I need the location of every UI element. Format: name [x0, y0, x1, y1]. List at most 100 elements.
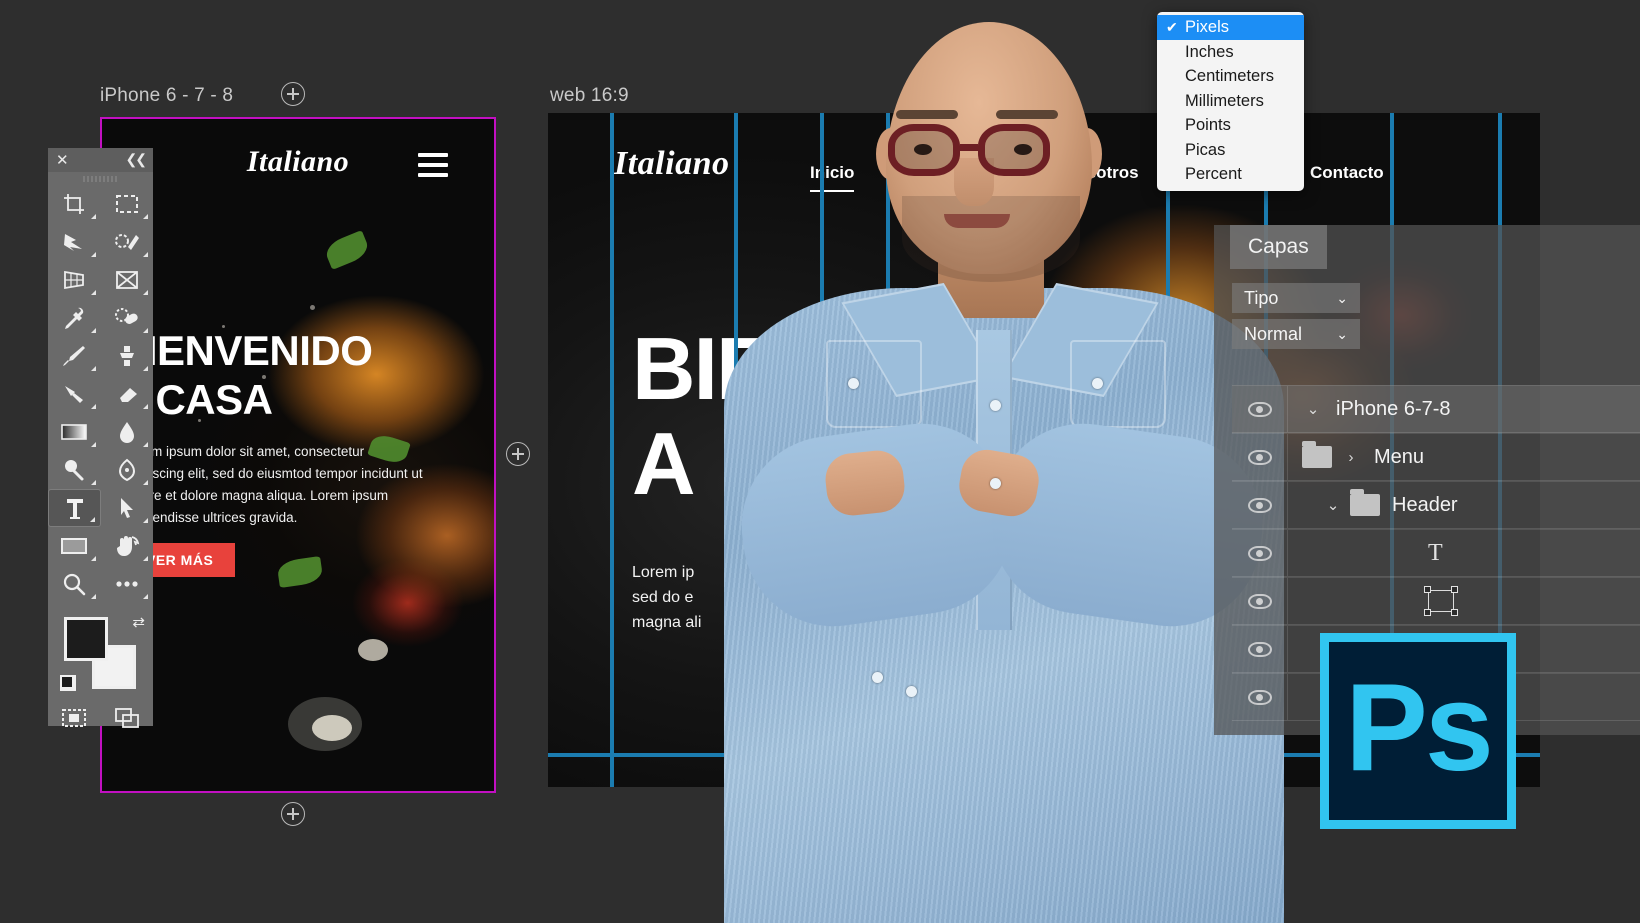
layer-row-menu-folder[interactable]: › Menu — [1232, 433, 1640, 481]
guide-vertical[interactable] — [610, 113, 614, 787]
foreground-color-swatch[interactable] — [64, 617, 108, 661]
tool-blur[interactable] — [101, 413, 154, 451]
layer-visibility-toggle[interactable] — [1232, 530, 1288, 576]
tool-quick-selection[interactable] — [101, 223, 154, 261]
menu-item-millimeters[interactable]: Millimeters — [1157, 89, 1304, 114]
beard-shadow — [902, 196, 1080, 282]
close-icon[interactable]: ✕ — [56, 151, 69, 169]
tool-zoom[interactable] — [48, 565, 101, 603]
menu-item-picas[interactable]: Picas — [1157, 138, 1304, 163]
layer-visibility-toggle[interactable] — [1232, 674, 1288, 720]
nav-item-contacto[interactable]: Contacto — [1310, 163, 1384, 183]
rectangle-icon — [61, 538, 88, 554]
photoshop-workspace: iPhone 6 - 7 - 8 Italiano BIENVENIDO A C… — [0, 0, 1640, 923]
eye-icon — [1247, 641, 1272, 657]
photoshop-logo-text: Ps — [1345, 659, 1494, 797]
marquee-icon — [115, 195, 138, 213]
swap-colors-icon[interactable]: ⇄ — [132, 613, 145, 631]
layer-visibility-toggle[interactable] — [1232, 482, 1288, 528]
disclosure-chevron-icon[interactable]: ⌄ — [1302, 400, 1324, 418]
menu-item-label: Inches — [1185, 42, 1234, 61]
blend-mode-select[interactable]: Normal ⌄ — [1232, 319, 1360, 349]
gradient-icon — [61, 424, 88, 440]
tool-slice[interactable] — [101, 261, 154, 299]
mobile-body-text: Lorem ipsum dolor sit amet, consectetur … — [124, 444, 423, 525]
tab-capas[interactable]: Capas — [1230, 225, 1327, 269]
tool-type[interactable] — [48, 489, 101, 527]
pen-icon — [118, 458, 135, 482]
screen-mode-toggle[interactable] — [101, 699, 154, 737]
layer-filter-type-select[interactable]: Tipo ⌄ — [1232, 283, 1360, 313]
quick-mask-toggle[interactable] — [48, 699, 101, 737]
tools-panel-header: ✕ ❮❮ — [48, 148, 153, 172]
mobile-heading-line1: BIENVENIDO — [116, 327, 373, 374]
layer-name: Menu — [1374, 445, 1425, 468]
menu-item-label: Pixels — [1185, 18, 1230, 36]
add-artboard-bottom-icon[interactable] — [281, 802, 305, 826]
layer-row-shape[interactable] — [1232, 577, 1640, 625]
layer-visibility-toggle[interactable] — [1232, 386, 1288, 432]
hamburger-icon[interactable] — [418, 153, 448, 183]
tool-eyedropper[interactable] — [48, 299, 101, 337]
layer-visibility-toggle[interactable] — [1232, 434, 1288, 480]
artboard-iphone-6-7-8[interactable]: Italiano BIENVENIDO A CASA Lorem ipsum d… — [100, 117, 496, 793]
pocket-button — [1092, 378, 1103, 389]
more-dots-icon — [116, 581, 138, 587]
tool-dodge[interactable] — [48, 451, 101, 489]
tool-crop[interactable] — [48, 185, 101, 223]
artboard-label-iphone[interactable]: iPhone 6 - 7 - 8 — [100, 85, 233, 107]
units-dropdown-menu[interactable]: ✔ Pixels Inches Centimeters Millimeters … — [1157, 12, 1304, 191]
add-artboard-top-icon[interactable] — [281, 82, 305, 106]
disclosure-chevron-icon[interactable]: › — [1340, 449, 1362, 466]
tool-healing-brush[interactable] — [101, 299, 154, 337]
tool-rectangle[interactable] — [48, 527, 101, 565]
tool-edit-toolbar[interactable] — [101, 565, 154, 603]
menu-item-percent[interactable]: Percent — [1157, 162, 1304, 187]
menu-item-label: Millimeters — [1185, 91, 1264, 110]
tool-eraser[interactable] — [101, 375, 154, 413]
layer-row-iphone-group[interactable]: ⌄ iPhone 6-7-8 — [1232, 385, 1640, 433]
menu-item-pixels[interactable]: ✔ Pixels — [1157, 15, 1304, 40]
menu-item-points[interactable]: Points — [1157, 113, 1304, 138]
add-artboard-right-icon[interactable] — [506, 442, 530, 466]
panel-drag-handle[interactable] — [48, 172, 153, 185]
menu-item-centimeters[interactable]: Centimeters — [1157, 64, 1304, 89]
tool-clone-stamp[interactable] — [101, 337, 154, 375]
eye-icon — [1247, 689, 1272, 705]
dodge-icon — [65, 460, 84, 481]
tool-perspective-crop[interactable] — [48, 261, 101, 299]
default-colors-icon[interactable] — [60, 675, 76, 691]
eyeglasses-bridge — [960, 144, 978, 151]
tools-panel[interactable]: ✕ ❮❮ ⇄ — [48, 148, 154, 728]
shirt-pocket-right — [1070, 340, 1166, 428]
text-layer-icon: T — [1428, 539, 1443, 566]
layer-name: iPhone 6-7-8 — [1336, 397, 1451, 420]
tool-history-brush[interactable] — [48, 375, 101, 413]
tool-hand[interactable] — [101, 527, 154, 565]
layer-row-header-folder[interactable]: ⌄ Header — [1232, 481, 1640, 529]
sleeve-button — [906, 686, 917, 697]
menu-item-label: Picas — [1185, 140, 1226, 159]
menu-item-inches[interactable]: Inches — [1157, 40, 1304, 65]
layer-visibility-toggle[interactable] — [1232, 578, 1288, 624]
tool-lasso[interactable] — [48, 223, 101, 261]
eyebrow-right — [996, 110, 1058, 119]
shirt-button — [990, 400, 1001, 411]
tool-brush[interactable] — [48, 337, 101, 375]
layer-visibility-toggle[interactable] — [1232, 626, 1288, 672]
eyeglasses-left-lens — [888, 124, 960, 176]
layer-row-text[interactable]: T — [1232, 529, 1640, 577]
perspective-crop-icon — [64, 270, 85, 290]
zoom-magnifier-icon — [64, 573, 86, 596]
disclosure-chevron-icon[interactable]: ⌄ — [1322, 496, 1344, 514]
menu-item-label: Points — [1185, 116, 1231, 134]
tool-gradient[interactable] — [48, 413, 101, 451]
tool-marquee[interactable] — [101, 185, 154, 223]
artboard-label-web[interactable]: web 16:9 — [550, 85, 629, 107]
chevron-down-icon: ⌄ — [1336, 326, 1348, 342]
collapse-icon[interactable]: ❮❮ — [126, 151, 148, 168]
quick-selection-icon — [114, 234, 139, 250]
tool-path-selection[interactable] — [101, 489, 154, 527]
toolbar-bottom-row — [48, 699, 153, 737]
tool-pen[interactable] — [101, 451, 154, 489]
